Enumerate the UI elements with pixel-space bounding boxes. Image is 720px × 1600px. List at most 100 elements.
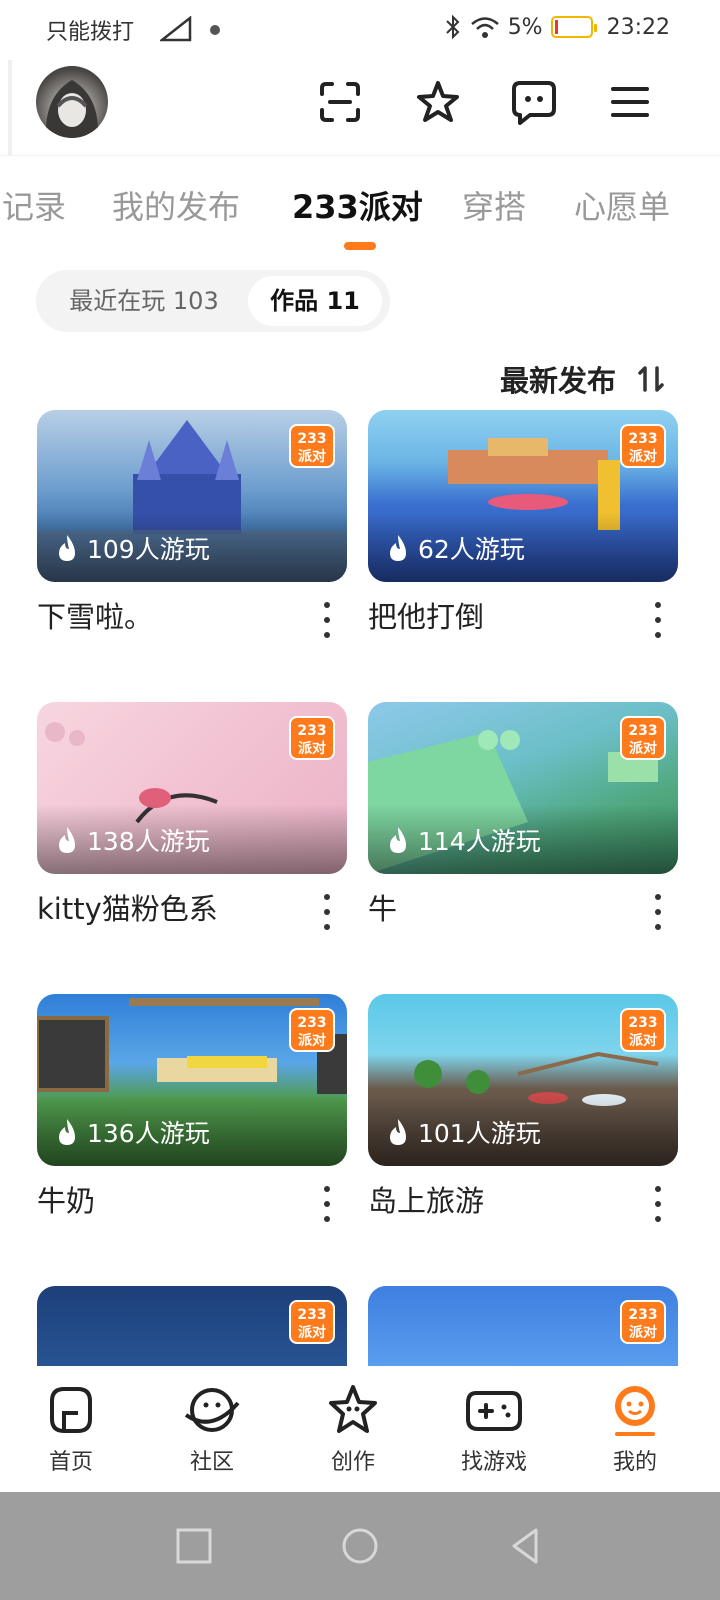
profile-icon <box>615 1386 655 1436</box>
bluetooth-icon <box>445 14 460 40</box>
battery-percent: 5% <box>507 14 543 40</box>
nav-profile[interactable]: 我的 <box>580 1380 690 1476</box>
game-title: 岛上旅游 <box>368 1184 485 1218</box>
scan-button[interactable] <box>312 74 368 130</box>
more-options-icon[interactable] <box>648 1186 668 1222</box>
game-thumbnail: 233 派对 109人游玩 <box>37 410 347 582</box>
game-thumbnail: 233 派对 <box>368 1286 678 1366</box>
gamepad-icon <box>466 1391 522 1431</box>
message-icon <box>512 81 556 125</box>
create-star-icon <box>329 1385 377 1433</box>
party-badge: 233 派对 <box>620 1008 666 1052</box>
game-card-partial[interactable]: 233 派对 <box>368 1286 678 1366</box>
play-count: 62人游玩 <box>386 530 525 566</box>
tab-my-posts[interactable]: 我的发布 <box>112 182 240 228</box>
game-thumbnail: 233 派对 138人游玩 <box>37 702 347 874</box>
game-card[interactable]: 233 派对 114人游玩 牛 <box>368 702 678 930</box>
party-badge: 233 派对 <box>620 716 666 760</box>
game-title: 牛 <box>368 892 398 926</box>
game-card[interactable]: 233 派对 101人游玩 岛上旅游 <box>368 994 678 1222</box>
screen: 只能拨打 5% 23:22 记录 我的发布 233派对 穿搭 心愿单 最近在玩 … <box>0 0 720 1600</box>
home-button-icon[interactable] <box>340 1526 380 1566</box>
status-right: 5% 23:22 <box>444 14 670 40</box>
wifi-icon <box>470 17 499 38</box>
avatar[interactable] <box>36 66 108 138</box>
game-thumbnail: 233 派对 101人游玩 <box>368 994 678 1166</box>
game-card[interactable]: 233 派对 136人游玩 牛奶 <box>37 994 347 1222</box>
nav-create[interactable]: 创作 <box>298 1380 408 1476</box>
game-thumbnail: 233 派对 114人游玩 <box>368 702 678 874</box>
nav-community[interactable]: 社区 <box>157 1380 267 1476</box>
party-badge: 233 派对 <box>289 1008 335 1052</box>
sort-icon <box>638 366 664 392</box>
more-options-icon[interactable] <box>317 602 337 638</box>
bottom-navigation: 首页 社区 创作 找游戏 我的 <box>0 1366 720 1492</box>
more-options-icon[interactable] <box>317 1186 337 1222</box>
notification-dot-icon <box>210 25 220 35</box>
more-options-icon[interactable] <box>317 894 337 930</box>
favorites-button[interactable] <box>410 74 466 130</box>
planet-icon <box>184 1388 240 1432</box>
game-thumbnail: 233 派对 62人游玩 <box>368 410 678 582</box>
scan-icon <box>320 82 360 122</box>
back-button-icon[interactable] <box>506 1526 546 1566</box>
nav-home-label: 首页 <box>48 1450 93 1475</box>
segment-recent[interactable]: 最近在玩 103 <box>46 276 242 326</box>
play-count: 101人游玩 <box>386 1114 541 1150</box>
flame-icon <box>59 1119 75 1145</box>
game-card[interactable]: 233 派对 138人游玩 kitty猫粉色系 <box>37 702 347 930</box>
game-thumbnail: 233 派对 <box>37 1286 347 1366</box>
profile-tabs: 记录 我的发布 233派对 穿搭 心愿单 <box>0 172 720 252</box>
tab-records[interactable]: 记录 <box>2 182 66 228</box>
play-count: 138人游玩 <box>55 822 210 858</box>
flame-icon <box>390 535 406 561</box>
game-title: 把他打倒 <box>368 600 485 634</box>
menu-icon <box>611 87 649 117</box>
sort-label: 最新发布 <box>499 364 616 398</box>
system-navigation-bar <box>0 1492 720 1600</box>
play-count: 136人游玩 <box>55 1114 210 1150</box>
game-title: kitty猫粉色系 <box>37 892 218 926</box>
flame-icon <box>59 535 75 561</box>
clock: 23:22 <box>606 14 670 40</box>
nav-find-games[interactable]: 找游戏 <box>439 1380 549 1476</box>
more-options-icon[interactable] <box>648 894 668 930</box>
tab-indicator <box>344 242 376 250</box>
edge-strip <box>8 60 12 156</box>
carrier-text: 只能拨打 <box>46 20 135 45</box>
party-badge: 233 派对 <box>289 1300 335 1344</box>
segment-works[interactable]: 作品 11 <box>248 276 382 326</box>
game-thumbnail: 233 派对 136人游玩 <box>37 994 347 1166</box>
game-card-partial[interactable]: 233 派对 <box>37 1286 347 1366</box>
status-bar: 只能拨打 5% 23:22 <box>0 0 720 60</box>
segment-control: 最近在玩 103 作品 11 <box>36 270 390 332</box>
party-badge: 233 派对 <box>620 424 666 468</box>
tab-wishlist[interactable]: 心愿单 <box>574 182 670 228</box>
party-badge: 233 派对 <box>620 1300 666 1344</box>
game-title: 下雪啦。 <box>37 600 154 634</box>
nav-community-label: 社区 <box>189 1450 234 1475</box>
sort-control[interactable]: 最新发布 <box>500 358 666 400</box>
flame-icon <box>390 1119 406 1145</box>
menu-button[interactable] <box>602 74 658 130</box>
signal-icon <box>160 16 192 42</box>
nav-find-games-label: 找游戏 <box>460 1450 527 1475</box>
star-icon <box>417 81 459 122</box>
recents-button-icon[interactable] <box>174 1526 214 1566</box>
flame-icon <box>390 827 406 853</box>
tab-233-party[interactable]: 233派对 <box>292 182 423 228</box>
battery-icon <box>550 16 597 38</box>
game-title: 牛奶 <box>37 1184 96 1218</box>
nav-profile-label: 我的 <box>612 1450 657 1475</box>
tab-outfits[interactable]: 穿搭 <box>462 182 526 228</box>
play-count: 114人游玩 <box>386 822 541 858</box>
home-icon <box>50 1387 92 1433</box>
party-badge: 233 派对 <box>289 424 335 468</box>
more-options-icon[interactable] <box>648 602 668 638</box>
flame-icon <box>59 827 75 853</box>
messages-button[interactable] <box>506 74 562 130</box>
game-card[interactable]: 233 派对 62人游玩 把他打倒 <box>368 410 678 638</box>
game-card[interactable]: 233 派对 109人游玩 下雪啦。 <box>37 410 347 638</box>
nav-home[interactable]: 首页 <box>16 1380 126 1476</box>
nav-create-label: 创作 <box>330 1450 375 1475</box>
